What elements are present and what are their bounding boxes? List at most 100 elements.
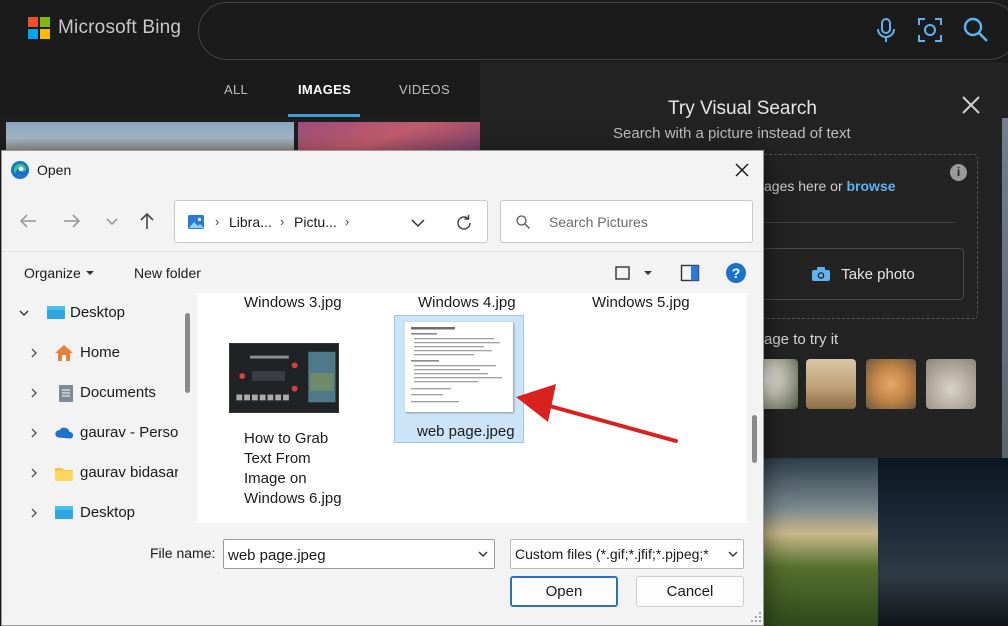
view-options-icon[interactable] xyxy=(614,264,656,284)
sample-image-pyramid[interactable] xyxy=(806,359,856,409)
resize-grip-icon[interactable] xyxy=(750,611,762,623)
file-item[interactable]: Windows 5.jpg xyxy=(592,293,690,313)
image-result-thumbnail[interactable] xyxy=(1002,118,1008,458)
info-icon[interactable]: i xyxy=(950,164,967,181)
breadcrumb-libraries[interactable]: Libra... xyxy=(229,214,272,230)
dialog-toolbar: Organize New folder xyxy=(2,251,763,293)
nav-item-desktop[interactable]: Desktop xyxy=(2,293,178,333)
pictures-folder-icon xyxy=(188,215,204,229)
new-folder-button[interactable]: New folder xyxy=(134,265,201,281)
active-tab-indicator xyxy=(288,114,360,117)
take-photo-button[interactable]: Take photo xyxy=(762,248,964,300)
search-input[interactable] xyxy=(549,212,739,232)
nav-item-documents[interactable]: Documents xyxy=(2,373,178,413)
nav-item-home[interactable]: Home xyxy=(2,333,178,373)
bing-logo-text: Microsoft Bing xyxy=(58,17,182,38)
search-icon[interactable] xyxy=(962,16,990,44)
breadcrumb-separator[interactable]: › xyxy=(280,214,284,229)
search-pictures-box[interactable] xyxy=(500,200,753,243)
forward-arrow-icon[interactable] xyxy=(60,209,84,233)
nav-item-label: Desktop xyxy=(70,304,126,321)
browse-link[interactable]: browse xyxy=(847,178,896,194)
breadcrumb-separator[interactable]: › xyxy=(345,214,349,229)
file-thumbnail xyxy=(229,343,339,413)
microphone-icon[interactable] xyxy=(872,16,900,44)
file-item[interactable]: Windows 4.jpg xyxy=(418,293,516,313)
microsoft-logo-icon xyxy=(28,17,50,39)
chevron-right-icon[interactable] xyxy=(28,507,40,519)
dialog-title-bar: Open xyxy=(2,151,763,189)
bing-logo[interactable]: Microsoft Bing xyxy=(28,17,181,39)
chevron-down-icon[interactable] xyxy=(477,548,489,560)
back-arrow-icon[interactable] xyxy=(16,209,40,233)
address-bar[interactable]: › Libra... › Pictu... › xyxy=(174,200,488,243)
chevron-down-icon[interactable] xyxy=(727,548,739,560)
up-arrow-icon[interactable] xyxy=(135,209,159,233)
breadcrumb-pictures[interactable]: Pictu... xyxy=(294,214,337,230)
file-name: How to Grab Text From Image on Windows 6… xyxy=(244,429,364,509)
nav-item-desktop-2[interactable]: Desktop xyxy=(2,493,178,523)
dialog-title: Open xyxy=(37,162,72,178)
refresh-icon[interactable] xyxy=(453,212,475,234)
visual-search-subtitle: Search with a picture instead of text xyxy=(613,125,851,142)
sample-image-room[interactable] xyxy=(926,359,976,409)
help-glyph: ? xyxy=(732,265,741,281)
file-item[interactable]: Windows 3.jpg xyxy=(244,293,342,313)
sample-image-dogs[interactable] xyxy=(866,359,916,409)
nav-item-label: Desktop xyxy=(80,504,136,521)
file-name-combobox[interactable] xyxy=(223,539,495,569)
home-icon xyxy=(55,345,73,361)
file-name: Windows 5.jpg xyxy=(592,294,690,311)
try-sample-label: age to try it xyxy=(764,331,839,348)
nav-item-onedrive[interactable]: gaurav - Persor xyxy=(2,413,178,453)
tab-all[interactable]: ALL xyxy=(224,82,248,97)
documents-icon xyxy=(59,385,73,402)
file-thumbnail xyxy=(405,322,513,412)
file-name-line: How to Grab xyxy=(244,430,329,447)
visual-search-title: Try Visual Search xyxy=(668,98,817,119)
cancel-button[interactable]: Cancel xyxy=(636,576,744,607)
tab-videos[interactable]: VIDEOS xyxy=(399,82,450,97)
nav-item-folder[interactable]: gaurav bidasar xyxy=(2,453,178,493)
visual-search-icon[interactable] xyxy=(916,16,944,44)
file-list-scrollbar[interactable] xyxy=(752,415,757,463)
caret-down-icon xyxy=(85,271,94,275)
image-result-thumbnail[interactable] xyxy=(760,458,878,626)
chevron-right-icon[interactable] xyxy=(28,467,40,479)
navigation-scrollbar[interactable] xyxy=(185,313,190,393)
help-icon[interactable]: ? xyxy=(725,262,747,284)
close-icon[interactable] xyxy=(960,94,982,116)
chevron-down-icon[interactable] xyxy=(18,307,30,319)
tab-images[interactable]: IMAGES xyxy=(298,82,351,97)
nav-item-label: gaurav - Persor xyxy=(80,424,178,441)
organize-button[interactable]: Organize xyxy=(24,265,95,281)
annotation-arrow-icon xyxy=(516,384,678,443)
camera-icon xyxy=(812,267,831,281)
file-name-line: Windows 6.jpg xyxy=(244,490,342,507)
bing-header: Microsoft Bing xyxy=(0,0,1008,62)
chevron-right-icon[interactable] xyxy=(28,387,40,399)
file-name-line: Image on xyxy=(244,470,307,487)
navigation-pane: Desktop Home Documents gaurav - Persor g… xyxy=(2,293,178,523)
image-result-thumbnail[interactable] xyxy=(878,458,1008,626)
drop-zone-prefix: ages here or xyxy=(764,178,847,194)
breadcrumb-separator[interactable]: › xyxy=(215,214,219,229)
file-name: Windows 4.jpg xyxy=(418,294,516,311)
chevron-down-icon[interactable] xyxy=(100,209,124,233)
file-type-select[interactable]: Custom files (*.gif;*.jfif;*.pjpeg;* xyxy=(510,539,744,569)
file-type-value: Custom files (*.gif;*.jfif;*.pjpeg;* xyxy=(515,546,709,562)
organize-label: Organize xyxy=(24,265,81,281)
bing-tab-bar: ALL IMAGES VIDEOS xyxy=(0,62,480,118)
folder-icon xyxy=(55,468,73,481)
close-icon[interactable] xyxy=(730,159,754,181)
file-name: Windows 3.jpg xyxy=(244,294,342,311)
preview-pane-icon[interactable] xyxy=(680,264,700,282)
file-name-input[interactable] xyxy=(228,545,468,565)
chevron-right-icon[interactable] xyxy=(28,347,40,359)
chevron-right-icon[interactable] xyxy=(28,427,40,439)
search-icon xyxy=(516,215,530,229)
chevron-down-icon[interactable] xyxy=(408,213,428,233)
nav-item-label: gaurav bidasar xyxy=(80,464,178,481)
open-button[interactable]: Open xyxy=(510,576,618,607)
nav-item-label: Home xyxy=(80,344,121,361)
